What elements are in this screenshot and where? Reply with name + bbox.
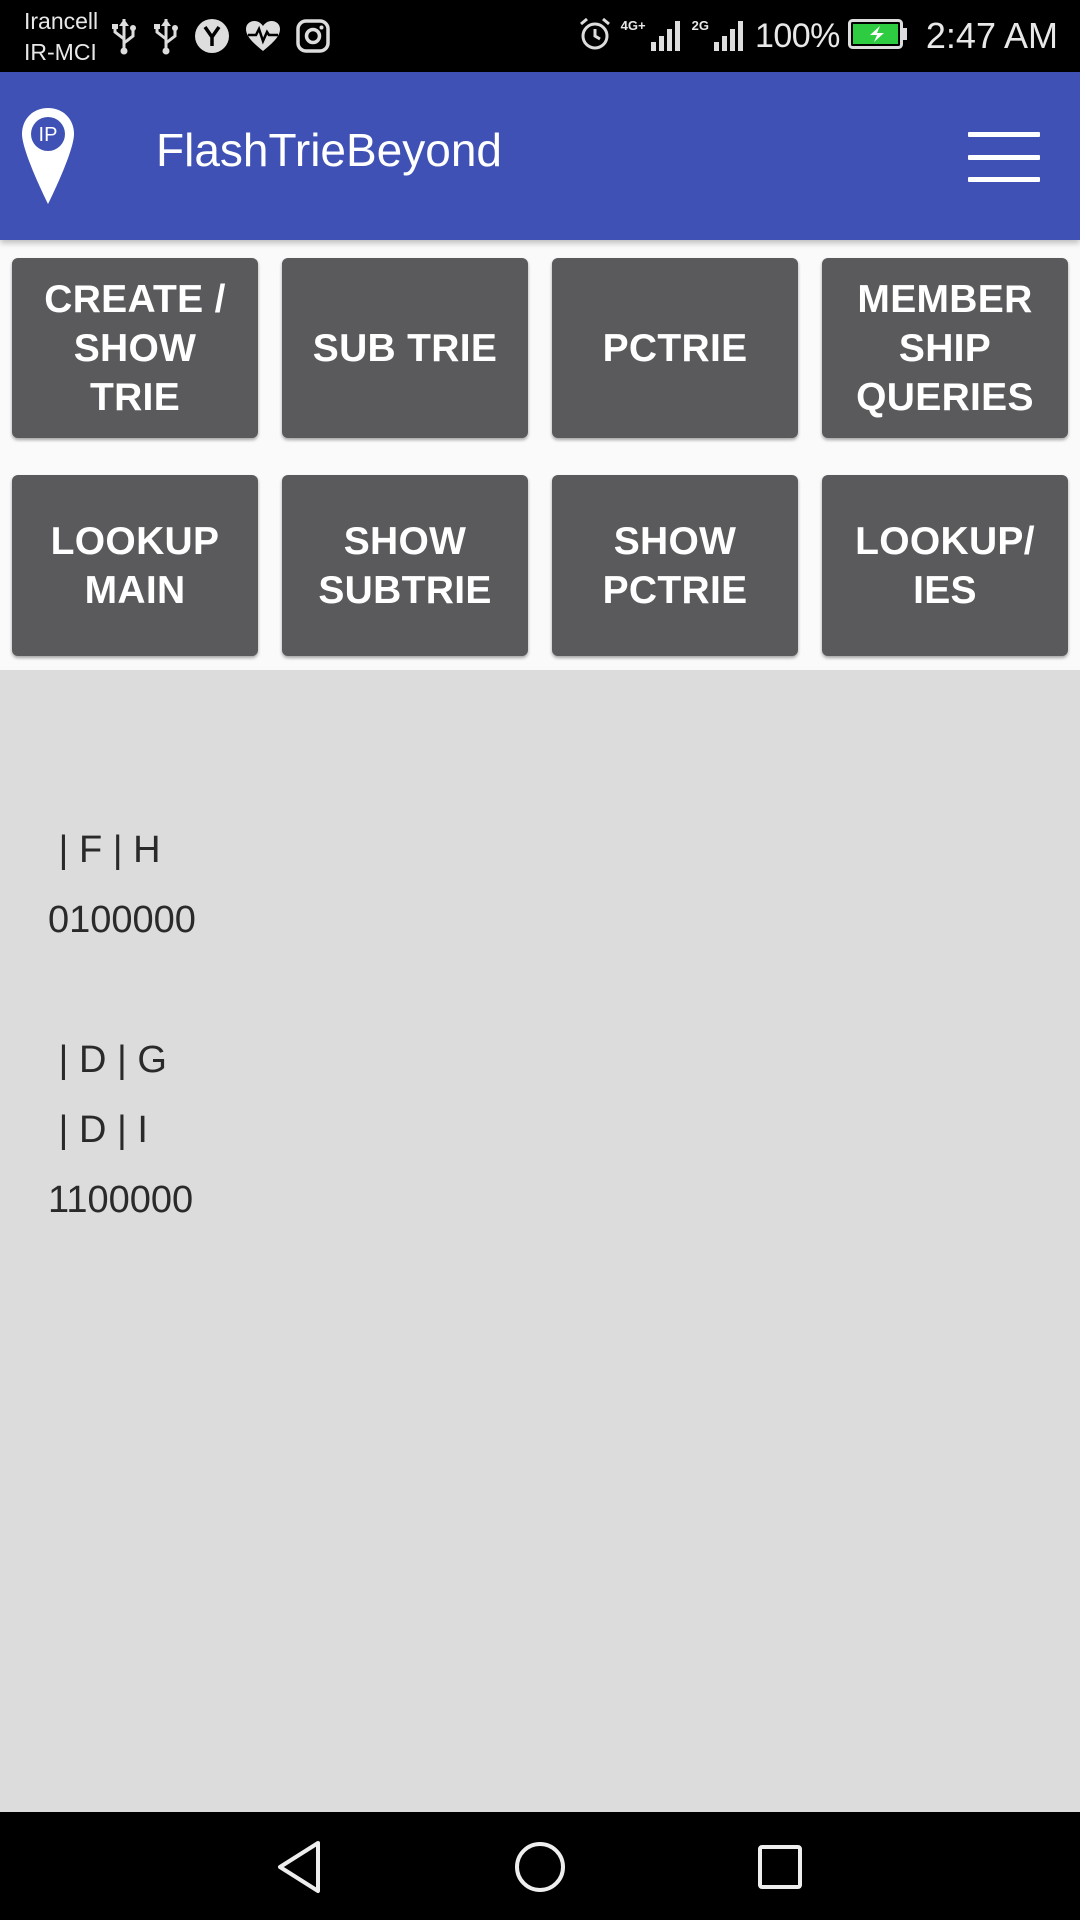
output-line: | F | H [48, 829, 161, 871]
logo-text: IP [39, 124, 58, 146]
output-line: 1100000 [48, 1179, 194, 1221]
app-title: FlashTrieBeyond [156, 124, 503, 176]
menu-line [968, 177, 1040, 182]
app-bar: IP FlashTrieBeyond [0, 72, 1080, 240]
battery-percent: 100% [754, 16, 840, 55]
output-line: | D | I [48, 1109, 148, 1151]
action-button-panel: CREATE / SHOW TRIE SUB TRIE PCTRIE MEMBE… [0, 240, 1080, 670]
heart-rate-icon [244, 19, 282, 53]
carrier-info: Irancell IR-MCI [24, 6, 98, 68]
output-line: | D | G [48, 1039, 167, 1081]
system-navigation-bar [0, 1812, 1080, 1920]
signal-strength-icon [713, 16, 747, 57]
map-pin-logo-icon: IP [20, 106, 76, 211]
lookup-ies-button[interactable]: LOOKUP/ IES [822, 475, 1068, 656]
system-status: 4G+ 2G 100% 2:47 AM [577, 10, 1058, 62]
menu-line [968, 132, 1040, 137]
usb-icon [110, 17, 138, 55]
notification-icons [110, 14, 330, 58]
carrier-name-2: IR-MCI [24, 39, 97, 65]
y-app-icon [194, 18, 230, 54]
signal-strength-icon [650, 16, 684, 57]
alarm-icon [577, 16, 613, 57]
instagram-icon [296, 19, 330, 53]
status-bar: Irancell IR-MCI 4G+ 2G 100% 2:47 AM [0, 0, 1080, 72]
sub-trie-button[interactable]: SUB TRIE [282, 258, 528, 438]
usb-icon [152, 17, 180, 55]
output-area: | F | H 0100000 | D | G | D | I 1100000 [0, 670, 1080, 1812]
recent-apps-icon[interactable] [745, 1832, 815, 1902]
show-subtrie-button[interactable]: SHOW SUBTRIE [282, 475, 528, 656]
back-icon[interactable] [265, 1832, 335, 1902]
create-show-trie-button[interactable]: CREATE / SHOW TRIE [12, 258, 258, 438]
battery-charging-icon [847, 18, 908, 54]
hamburger-menu-icon[interactable] [968, 132, 1040, 182]
lookup-main-button[interactable]: LOOKUP MAIN [12, 475, 258, 656]
network-type-4g: 4G+ [620, 18, 646, 33]
pctrie-button[interactable]: PCTRIE [552, 258, 798, 438]
home-icon[interactable] [505, 1832, 575, 1902]
show-pctrie-button[interactable]: SHOW PCTRIE [552, 475, 798, 656]
menu-line [968, 154, 1040, 160]
membership-queries-button[interactable]: MEMBER SHIP QUERIES [822, 258, 1068, 438]
carrier-name-1: Irancell [24, 8, 99, 34]
network-type-2g: 2G [691, 18, 709, 33]
output-line: 0100000 [48, 899, 196, 941]
app-screen: Irancell IR-MCI 4G+ 2G 100% 2:47 AM IP F… [0, 0, 1080, 1920]
clock: 2:47 AM [925, 15, 1058, 56]
